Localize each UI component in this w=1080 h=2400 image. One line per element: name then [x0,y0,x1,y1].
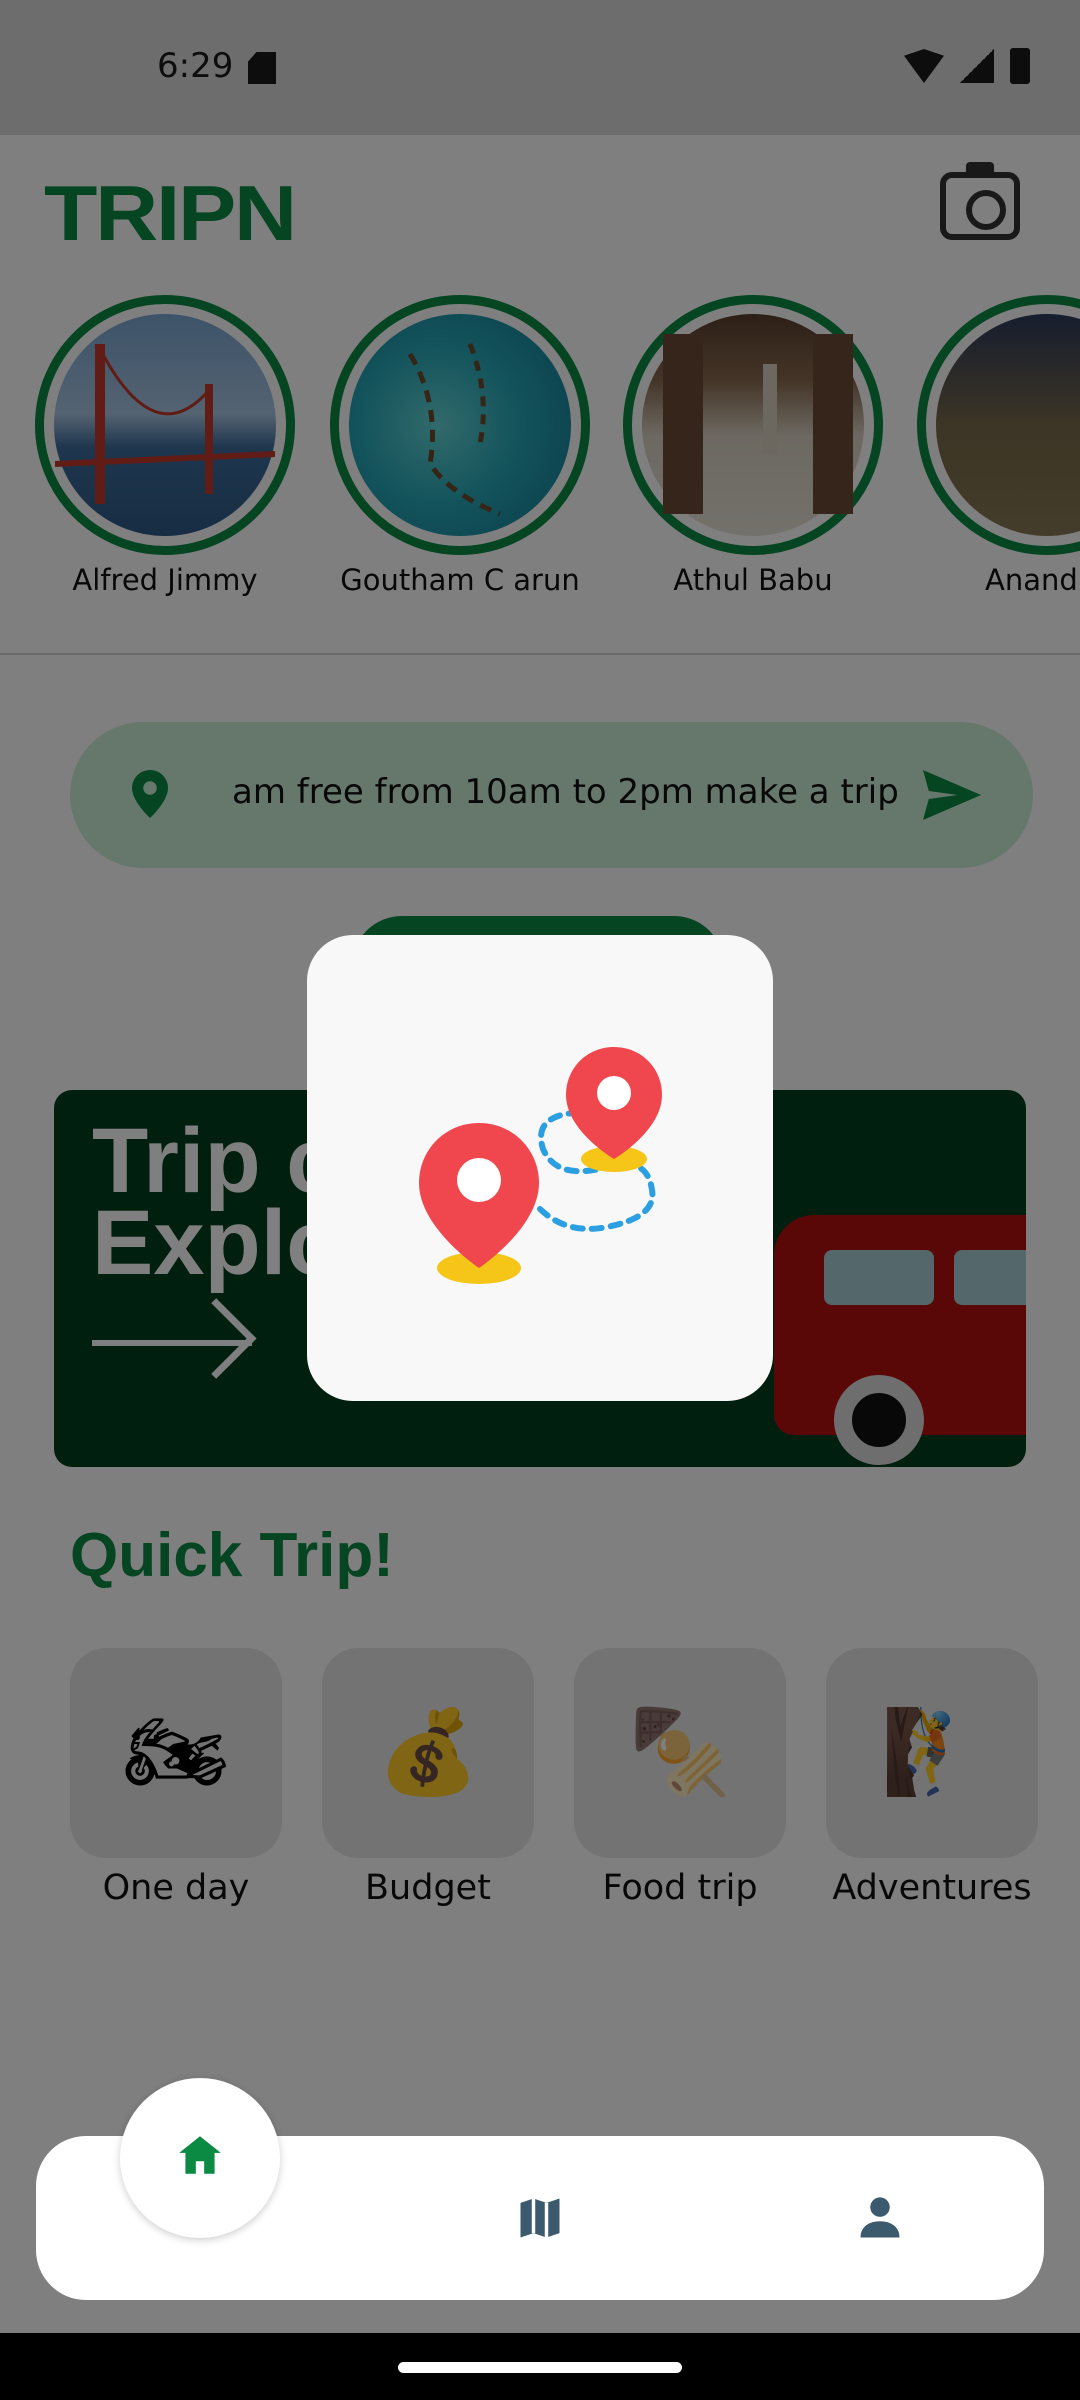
map-icon[interactable] [514,2192,566,2244]
route-pins-icon [419,1047,662,1284]
home-icon [179,2136,221,2174]
home-fab[interactable] [120,2078,280,2238]
person-icon[interactable] [854,2192,906,2244]
home-screen: 6:29 TRIPN Alfred Jimmy [0,0,1080,2400]
gesture-handle[interactable] [398,2362,682,2373]
loading-dialog [307,935,773,1401]
